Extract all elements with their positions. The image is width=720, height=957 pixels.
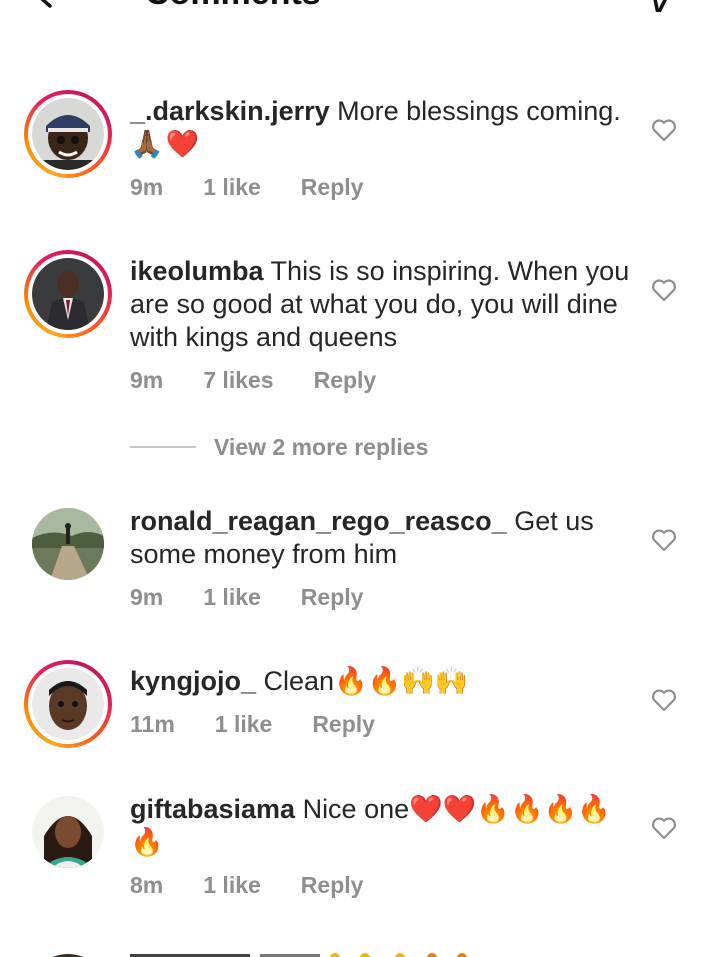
comment-content: Clean🔥🔥🙌🙌	[256, 666, 469, 696]
comment-username[interactable]: ikeolumba	[130, 256, 264, 286]
comment-meta: 9m 7 likes Reply	[130, 367, 376, 394]
avatar	[32, 796, 104, 868]
next-comment-partial	[0, 940, 720, 957]
comment-meta: 9m 1 like Reply	[130, 584, 363, 611]
comment-content: Nice one❤️❤️🔥🔥🔥🔥	[295, 794, 611, 824]
reply-button[interactable]: Reply	[301, 872, 364, 899]
avatar	[32, 98, 104, 170]
comment-time: 9m	[130, 584, 164, 610]
reply-button[interactable]: Reply	[301, 174, 364, 201]
comment-likes[interactable]: 1 like	[203, 584, 261, 611]
comment-content: More blessings coming.	[329, 96, 621, 126]
reply-button[interactable]: Reply	[301, 584, 364, 611]
reply-button[interactable]: Reply	[314, 367, 377, 394]
comment-likes[interactable]: 1 like	[215, 711, 273, 738]
comment-text: giftabasiama Nice one❤️❤️🔥🔥🔥🔥 🔥	[130, 793, 630, 859]
comment-username[interactable]: kyngjojo_	[130, 666, 256, 696]
comment-meta: 9m 1 like Reply	[130, 174, 363, 201]
heart-outline-icon[interactable]	[651, 816, 677, 840]
comment-emoji: 🙏🏾❤️	[130, 129, 202, 159]
avatar-story-ring[interactable]	[24, 660, 112, 748]
send-icon[interactable]	[640, 0, 680, 12]
avatar-story-ring[interactable]	[24, 250, 112, 338]
reply-button[interactable]: Reply	[312, 711, 375, 738]
comment-text: ikeolumba This is so inspiring. When you…	[130, 255, 630, 354]
comment-time: 9m	[130, 367, 164, 393]
comment-username[interactable]: ronald_reagan_rego_reasco_	[130, 506, 507, 536]
comment-meta: 11m 1 like Reply	[130, 711, 375, 738]
comment-text: _.darkskin.jerry More blessings coming. …	[130, 95, 630, 161]
heart-outline-icon[interactable]	[651, 528, 677, 552]
view-more-replies-label[interactable]: View 2 more replies	[214, 434, 428, 461]
comment-likes[interactable]: 1 like	[203, 872, 261, 899]
divider	[130, 446, 196, 448]
comment-meta: 8m 1 like Reply	[130, 872, 363, 899]
heart-outline-icon[interactable]	[651, 118, 677, 142]
comment-time: 11m	[130, 711, 175, 737]
comment-text: ronald_reagan_rego_reasco_ Get us some m…	[130, 505, 630, 571]
partial-comment-graphic	[52, 953, 467, 957]
avatar	[32, 258, 104, 330]
heart-outline-icon[interactable]	[651, 688, 677, 712]
header: Comments	[0, 0, 720, 16]
avatar-wrap[interactable]	[24, 788, 112, 876]
comments-screen: Comments _.darkskin.jerry	[0, 0, 720, 957]
avatar-wrap[interactable]	[24, 500, 112, 588]
comment-username[interactable]: _.darkskin.jerry	[130, 96, 330, 126]
comment-text: kyngjojo_ Clean🔥🔥🙌🙌	[130, 665, 630, 698]
avatar-story-ring[interactable]	[24, 90, 112, 178]
comment-time: 8m	[130, 872, 164, 898]
comment-emoji: 🔥	[130, 827, 166, 857]
page-title: Comments	[145, 0, 321, 13]
back-arrow-icon[interactable]	[26, 0, 56, 10]
comment-likes[interactable]: 7 likes	[203, 367, 273, 394]
avatar	[32, 508, 104, 580]
comment-likes[interactable]: 1 like	[203, 174, 261, 201]
avatar	[32, 668, 104, 740]
heart-outline-icon[interactable]	[651, 278, 677, 302]
comment-username[interactable]: giftabasiama	[130, 794, 295, 824]
comment-time: 9m	[130, 174, 164, 200]
